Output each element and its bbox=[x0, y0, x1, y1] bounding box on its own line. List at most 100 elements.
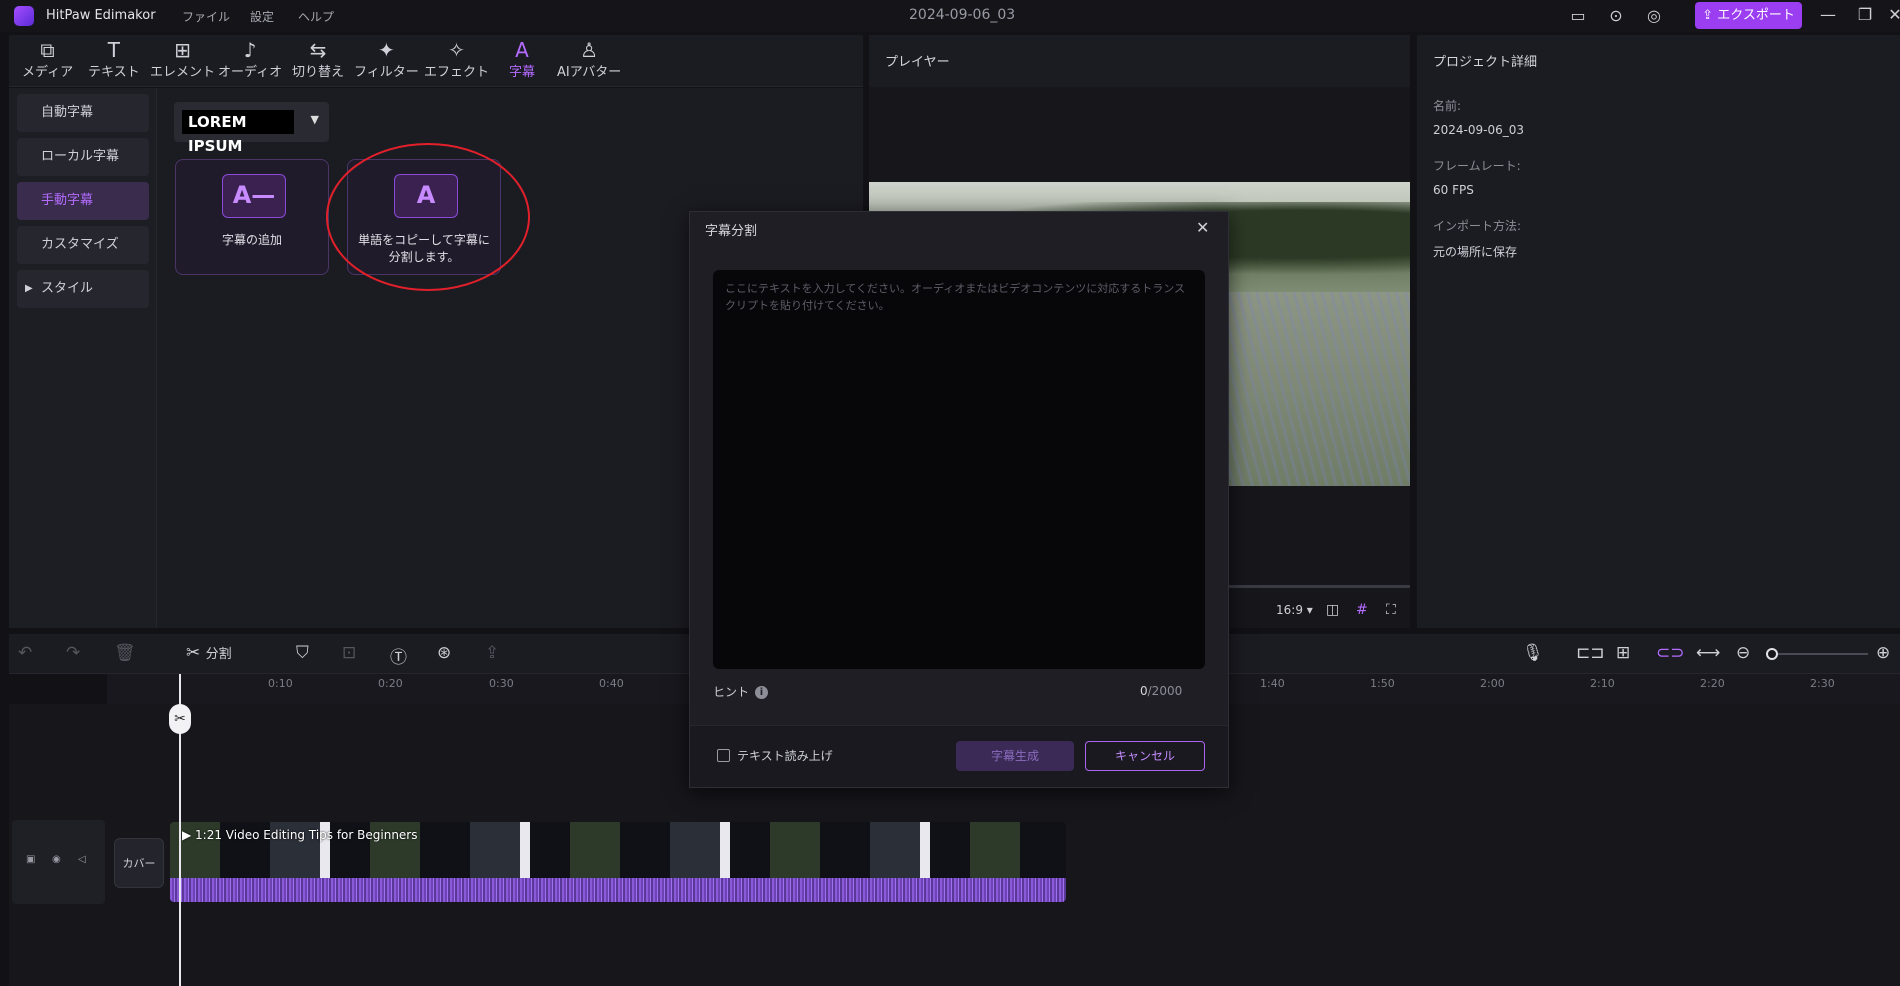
details-title: プロジェクト詳細 bbox=[1433, 55, 1538, 70]
microphone-icon[interactable]: 🎙 bbox=[1522, 643, 1544, 663]
add-subtitle-card[interactable]: A— 字幕の追加 bbox=[175, 159, 329, 275]
effect-icon: ✧ bbox=[448, 38, 465, 62]
fit-timeline-icon[interactable]: ⟷ bbox=[1696, 643, 1720, 663]
clip-waveform bbox=[170, 878, 1066, 902]
chevron-right-icon: ▶ bbox=[25, 283, 33, 294]
menu-file[interactable]: ファイル bbox=[182, 8, 230, 25]
tool-effect[interactable]: ✧ エフェクト bbox=[424, 39, 489, 80]
menu-help[interactable]: ヘルプ bbox=[298, 8, 334, 25]
player-header bbox=[869, 35, 1410, 87]
font-preset-label: LOREM IPSUM bbox=[182, 110, 294, 155]
menu-settings[interactable]: 設定 bbox=[250, 8, 274, 25]
hint-label[interactable]: ヒント i bbox=[713, 683, 769, 700]
ai-avatar-icon: ♙ bbox=[580, 38, 599, 62]
feedback-icon[interactable]: ▭ bbox=[1568, 6, 1588, 26]
element-icon: ⊞ bbox=[174, 38, 191, 62]
tool-filter[interactable]: ✦ フィルター bbox=[354, 39, 419, 80]
tool-media[interactable]: ⧉ メディア bbox=[22, 39, 73, 80]
tool-ai-avatar[interactable]: ♙ AIアバター bbox=[557, 39, 621, 80]
tool-label: オーディオ bbox=[218, 65, 283, 80]
restore-icon[interactable]: ❐ bbox=[1855, 5, 1875, 24]
track-visibility-icon[interactable]: ◉ bbox=[52, 854, 61, 865]
tool-audio[interactable]: ♪ オーディオ bbox=[218, 39, 282, 80]
zoom-slider-handle[interactable] bbox=[1766, 648, 1778, 660]
export-label: エクスポート bbox=[1717, 8, 1795, 23]
play-icon: ▶ bbox=[182, 828, 196, 842]
export-clip-icon[interactable]: ⇪ bbox=[485, 643, 499, 663]
tool-label: テキスト bbox=[88, 65, 140, 80]
sidebar-item-manual-subtitle[interactable]: 手動字幕 bbox=[17, 182, 149, 220]
zoom-in-icon[interactable]: ⊕ bbox=[1876, 643, 1890, 663]
tool-label: メディア bbox=[22, 65, 74, 80]
link-icon[interactable]: ⊏⊐ bbox=[1576, 643, 1605, 663]
sidebar-item-customize[interactable]: カスタマイズ bbox=[17, 226, 149, 264]
dialog-title: 字幕分割 bbox=[705, 224, 758, 239]
tool-label: AIアバター bbox=[557, 65, 622, 80]
zoom-out-icon[interactable]: ⊖ bbox=[1736, 643, 1750, 663]
hint-text: ヒント bbox=[713, 685, 750, 699]
ai-subtitle-icon[interactable]: ⊛ bbox=[437, 643, 451, 663]
playhead-scissors-icon[interactable]: ✂ bbox=[169, 704, 191, 734]
minimize-icon[interactable]: — bbox=[1818, 5, 1838, 24]
detail-import-value: 元の場所に保存 bbox=[1433, 245, 1518, 259]
generate-subtitle-button[interactable]: 字幕生成 bbox=[956, 741, 1074, 771]
snapshot-icon[interactable]: ◫ bbox=[1326, 602, 1339, 618]
cancel-button[interactable]: キャンセル bbox=[1085, 741, 1205, 771]
ruler-tick: 2:10 bbox=[1590, 677, 1615, 690]
aspect-ratio-value: 16:9 bbox=[1276, 603, 1303, 617]
track-header: ▣ ◉ ◁ bbox=[12, 820, 105, 904]
fullscreen-icon[interactable]: ⛶ bbox=[1386, 602, 1396, 618]
marker-icon[interactable]: ⛉ bbox=[296, 643, 309, 663]
app-name: HitPaw Edimakor bbox=[46, 8, 156, 23]
cover-button[interactable]: カバー bbox=[114, 838, 164, 888]
scissors-icon: ✂ bbox=[186, 643, 201, 663]
close-icon[interactable]: ✕ bbox=[1196, 218, 1209, 237]
export-icon: ⇪ bbox=[1702, 8, 1718, 23]
split-button[interactable]: ✂ 分割 bbox=[186, 643, 232, 663]
close-window-icon[interactable]: ✕ bbox=[1885, 5, 1900, 24]
transcript-input[interactable] bbox=[713, 270, 1205, 669]
detail-name-label: 名前: bbox=[1433, 99, 1462, 113]
font-preset-dropdown[interactable]: LOREM IPSUM ▼ bbox=[174, 102, 329, 155]
add-subtitle-label: 字幕の追加 bbox=[221, 233, 282, 247]
freeze-icon[interactable]: ⊡ bbox=[342, 643, 356, 663]
ruler-tick: 2:30 bbox=[1810, 677, 1835, 690]
detail-framerate-label: フレームレート: bbox=[1433, 159, 1521, 173]
sidebar-item-local-subtitle[interactable]: ローカル字幕 bbox=[17, 138, 149, 176]
ruler-tick: 0:40 bbox=[599, 677, 624, 690]
read-aloud-checkbox[interactable] bbox=[717, 749, 730, 762]
info-icon: i bbox=[755, 686, 769, 699]
account-icon[interactable]: ◎ bbox=[1644, 6, 1664, 26]
sidebar-item-style[interactable]: ▶ スタイル bbox=[17, 270, 149, 308]
delete-icon[interactable]: 🗑 bbox=[114, 643, 136, 663]
sidebar-item-auto-subtitle[interactable]: 自動字幕 bbox=[17, 94, 149, 132]
aspect-ratio-select[interactable]: 16:9 ▾ bbox=[1276, 603, 1313, 617]
ruler-tick: 1:40 bbox=[1260, 677, 1285, 690]
tool-label: フィルター bbox=[354, 65, 419, 80]
magnet-icon[interactable]: ⊂⊃ bbox=[1656, 643, 1685, 663]
tool-transition[interactable]: ⇆ 切り替え bbox=[292, 39, 344, 80]
tool-text[interactable]: T テキスト bbox=[88, 39, 140, 80]
grid-icon[interactable]: # bbox=[1356, 602, 1368, 618]
add-subtitle-icon: A— bbox=[222, 174, 286, 218]
track-mute-icon[interactable]: ◁ bbox=[78, 854, 86, 865]
tool-element[interactable]: ⊞ エレメント bbox=[150, 39, 215, 80]
ruler-tick: 0:20 bbox=[378, 677, 403, 690]
track-lock-icon[interactable]: ▣ bbox=[26, 854, 35, 865]
tool-subtitle[interactable]: A 字幕 bbox=[509, 39, 535, 80]
undo-icon[interactable]: ↶ bbox=[18, 643, 32, 663]
redo-icon[interactable]: ↷ bbox=[66, 643, 80, 663]
text-to-speech-icon[interactable]: Ⓣ bbox=[390, 643, 407, 668]
project-title: 2024-09-06_03 bbox=[909, 7, 1016, 23]
export-button[interactable]: ⇪ エクスポート bbox=[1695, 2, 1802, 29]
snap-icon[interactable]: ⊞ bbox=[1616, 643, 1630, 663]
video-clip[interactable]: ▶ 1:21 Video Editing Tips for Beginners bbox=[170, 822, 1066, 902]
zoom-slider[interactable] bbox=[1772, 653, 1868, 655]
ruler-tick: 2:20 bbox=[1700, 677, 1725, 690]
read-aloud-label[interactable]: テキスト読み上げ bbox=[737, 747, 833, 764]
download-icon[interactable]: ⊙ bbox=[1606, 6, 1626, 26]
subtitle-icon: A bbox=[515, 38, 529, 62]
tool-label: 字幕 bbox=[509, 65, 536, 80]
sidebar-item-label: スタイル bbox=[41, 281, 94, 296]
clip-title: 1:21 Video Editing Tips for Beginners bbox=[195, 828, 418, 842]
